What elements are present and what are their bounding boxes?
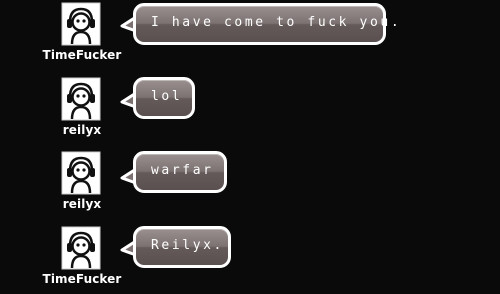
headphone-person-icon (61, 77, 101, 121)
message-text: lol (151, 89, 183, 104)
username[interactable]: TimeFucker (42, 48, 122, 62)
username[interactable]: reilyx (42, 123, 122, 137)
chat-message: TimeFucker Reilyx. (0, 226, 500, 292)
sender: TimeFucker (42, 2, 122, 66)
sender: TimeFucker (42, 226, 122, 292)
message-bubble: warfar (133, 151, 227, 193)
message-bubble: I have come to fuck you. (133, 3, 399, 45)
username[interactable]: reilyx (42, 197, 122, 211)
message-text: warfar (151, 163, 214, 178)
headphone-person-icon (61, 2, 101, 46)
chat-transcript: TimeFucker I have come to fuck you. reil… (0, 0, 500, 294)
chat-message: TimeFucker I have come to fuck you. (0, 2, 500, 66)
sender: reilyx (42, 77, 122, 141)
username[interactable]: TimeFucker (42, 272, 122, 286)
sender: reilyx (42, 151, 122, 215)
message-text: Reilyx. (151, 238, 224, 253)
headphone-person-icon (61, 226, 101, 270)
message-bubble: Reilyx. (133, 226, 231, 268)
chat-message: reilyx warfar (0, 151, 500, 215)
message-bubble: lol (133, 77, 195, 119)
chat-message: reilyx lol (0, 77, 500, 141)
headphone-person-icon (61, 151, 101, 195)
message-text: I have come to fuck you. (151, 15, 402, 30)
